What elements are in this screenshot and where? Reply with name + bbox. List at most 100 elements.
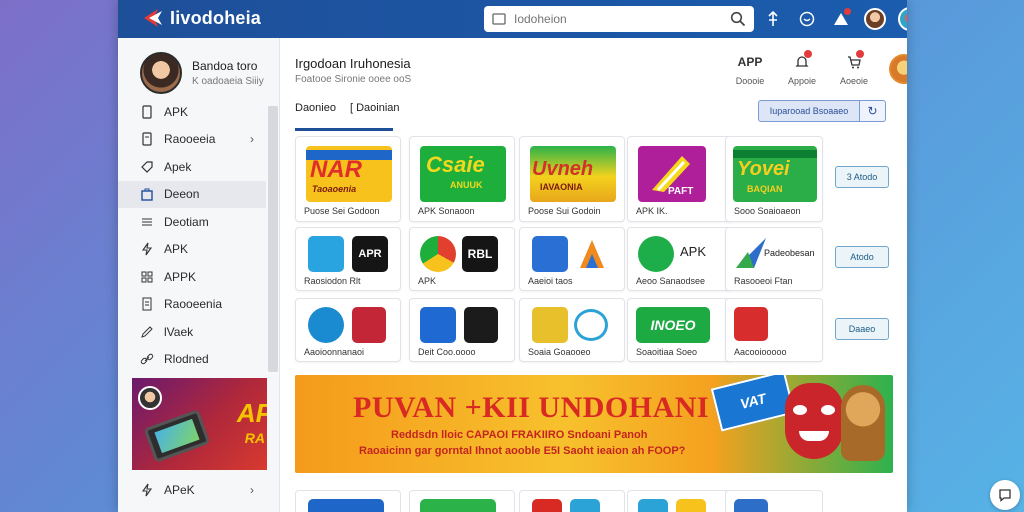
app-caption: Aacooiooooo: [734, 347, 787, 357]
app-caption: Aaeioi taos: [528, 276, 573, 286]
notification-badge: [856, 50, 864, 58]
app-icon: [736, 238, 766, 268]
row-action-button[interactable]: 3 Atodo: [835, 166, 889, 188]
app-card[interactable]: INOEO Soaoitiaa Soeo: [627, 298, 733, 362]
chat-icon[interactable]: [990, 480, 1020, 510]
app-card[interactable]: Aaeioi taos: [519, 227, 625, 291]
profile-avatar-icon[interactable]: [898, 7, 907, 31]
header-action-apk[interactable]: APP Doooie: [733, 52, 767, 86]
sidebar-item-apk[interactable]: APK: [118, 98, 266, 126]
app-card[interactable]: NAR Taoaoenia Puose Sei Godoon: [295, 136, 401, 222]
app-card[interactable]: Csaie ANUUK APK Sonaoon: [409, 136, 515, 222]
search-input[interactable]: [514, 12, 714, 26]
tab-daoinian[interactable]: [ Daoinian: [350, 102, 400, 123]
sidebar-item-apk-2[interactable]: APK: [118, 236, 266, 264]
filter-button[interactable]: Iuparooad Bsoaaeo: [758, 100, 860, 122]
app-caption: Poose Sui Godoin: [528, 206, 601, 216]
sidebar-item-apek[interactable]: Apek: [118, 153, 266, 181]
app-art: Uvneh IAVAONIA: [530, 146, 616, 202]
app-card[interactable]: [725, 490, 823, 512]
app-card[interactable]: [295, 490, 401, 512]
app-icon: [308, 236, 344, 272]
sidebar-item-apek-bottom[interactable]: APeK ›: [118, 476, 266, 504]
row-action-button[interactable]: Atodo: [835, 246, 889, 268]
app-card[interactable]: [627, 490, 733, 512]
sidebar-item-rlodned[interactable]: Rlodned: [118, 346, 266, 374]
app-icon: [574, 309, 608, 341]
app-card[interactable]: Yovei BAQIAN Sooo Soaioaeon: [725, 136, 823, 222]
app-card[interactable]: Uvneh IAVAONIA Poose Sui Godoin: [519, 136, 625, 222]
header-action-notifications[interactable]: Appoie: [785, 50, 819, 86]
app-caption: Aeoo Sanaodsee: [636, 276, 706, 286]
app-window: Iivodoheia Bandoa toro: [118, 0, 907, 512]
notification-badge: [844, 8, 851, 15]
app-art-text: Yovei: [737, 158, 790, 180]
app-card[interactable]: APK Aeoo Sanaodsee: [627, 227, 733, 291]
grid-icon: [141, 271, 153, 283]
sidebar-item-label: Deeon: [164, 187, 200, 202]
link-icon: [140, 354, 154, 365]
sidebar-item-lvaek[interactable]: lVaek: [118, 318, 266, 346]
app-card[interactable]: Padeobesan Rasooeoi Ftan: [725, 227, 823, 291]
app-caption: Sooo Soaioaeon: [734, 206, 801, 216]
sidebar-item-label: APPK: [164, 269, 197, 284]
app-art: NAR Taoaoenia: [306, 146, 392, 202]
bag-icon: [141, 188, 153, 201]
avatar: [138, 386, 162, 410]
app-logo[interactable]: Iivodoheia: [138, 5, 261, 31]
main-content: Irgodoan Iruhonesia Foatooe Sironie ooee…: [281, 38, 907, 512]
pen-icon: [141, 326, 153, 338]
app-icon: [638, 236, 674, 272]
sidebar-item-appk[interactable]: APPK: [118, 263, 266, 291]
promo-banner[interactable]: PUVAN +KII UNDOHANI Reddsdn lloic CAPAOI…: [295, 375, 893, 473]
banner-tag: VAT: [710, 375, 796, 432]
sidebar: Bandoa toro K oadoaeia Siiiy APK Raooeei…: [118, 38, 280, 512]
app-card[interactable]: APR Raosiodon Rlt: [295, 227, 401, 291]
app-card[interactable]: PAFT APK IK.: [627, 136, 733, 222]
app-art: Csaie ANUUK: [420, 146, 506, 202]
top-icons: [762, 7, 907, 31]
alert-icon[interactable]: [830, 8, 852, 30]
row-action-button[interactable]: Daaeo: [835, 318, 889, 340]
avatar: [140, 52, 182, 94]
app-card[interactable]: Deit Coo.oooo: [409, 298, 515, 362]
sidebar-profile[interactable]: Bandoa toro K oadoaeia Siiiy: [140, 52, 264, 94]
tab-bar: Daonieo [ Daoinian: [295, 102, 400, 123]
app-caption: Soaoitiaa Soeo: [636, 347, 698, 357]
chrome-icon: [420, 236, 456, 272]
header-action-cart[interactable]: Aoeoie: [837, 50, 871, 86]
app-icon: APR: [352, 236, 388, 272]
chevron-right-icon: ›: [250, 482, 254, 497]
chevron-right-icon: ›: [250, 132, 254, 147]
app-caption: Deit Coo.oooo: [418, 347, 476, 357]
app-card[interactable]: Soaia Goaooeo: [519, 298, 625, 362]
sidebar-scrollbar[interactable]: [268, 106, 278, 372]
app-art-text: Padeobesan: [764, 248, 815, 258]
support-icon[interactable]: [796, 8, 818, 30]
user-avatar[interactable]: [864, 8, 886, 30]
app-card[interactable]: RBL APK: [409, 227, 515, 291]
header-action-label: Doooie: [735, 76, 765, 86]
search-icon[interactable]: [730, 11, 746, 27]
avatar[interactable]: [889, 54, 907, 84]
sidebar-item-deeon[interactable]: Deeon: [118, 180, 266, 208]
app-art-subtext: IAVAONIA: [540, 182, 583, 192]
sidebar-item-deotiam[interactable]: Deotiam: [118, 208, 266, 236]
refresh-icon[interactable]: ↻: [860, 100, 886, 122]
bell-icon: [792, 50, 812, 72]
app-card[interactable]: [519, 490, 625, 512]
app-art-text: PAFT: [668, 186, 694, 197]
app-caption: Puose Sei Godoon: [304, 206, 380, 216]
search-bar[interactable]: [484, 6, 754, 32]
app-card[interactable]: [409, 490, 515, 512]
app-card[interactable]: Aaoioonnanaoi: [295, 298, 401, 362]
app-icon: [352, 307, 386, 343]
header-action-label: Aoeoie: [839, 76, 869, 86]
sidebar-item-raooeeia[interactable]: Raooeeia ›: [118, 126, 266, 154]
sidebar-ad-banner[interactable]: AP RA: [132, 378, 267, 470]
sidebar-item-label: Raooeenia: [164, 297, 223, 312]
share-icon[interactable]: [762, 8, 784, 30]
sidebar-item-raooeenia[interactable]: Raooeenia: [118, 291, 266, 319]
app-card[interactable]: Aacooiooooo: [725, 298, 823, 362]
tab-daonieo[interactable]: Daonieo: [295, 102, 336, 123]
